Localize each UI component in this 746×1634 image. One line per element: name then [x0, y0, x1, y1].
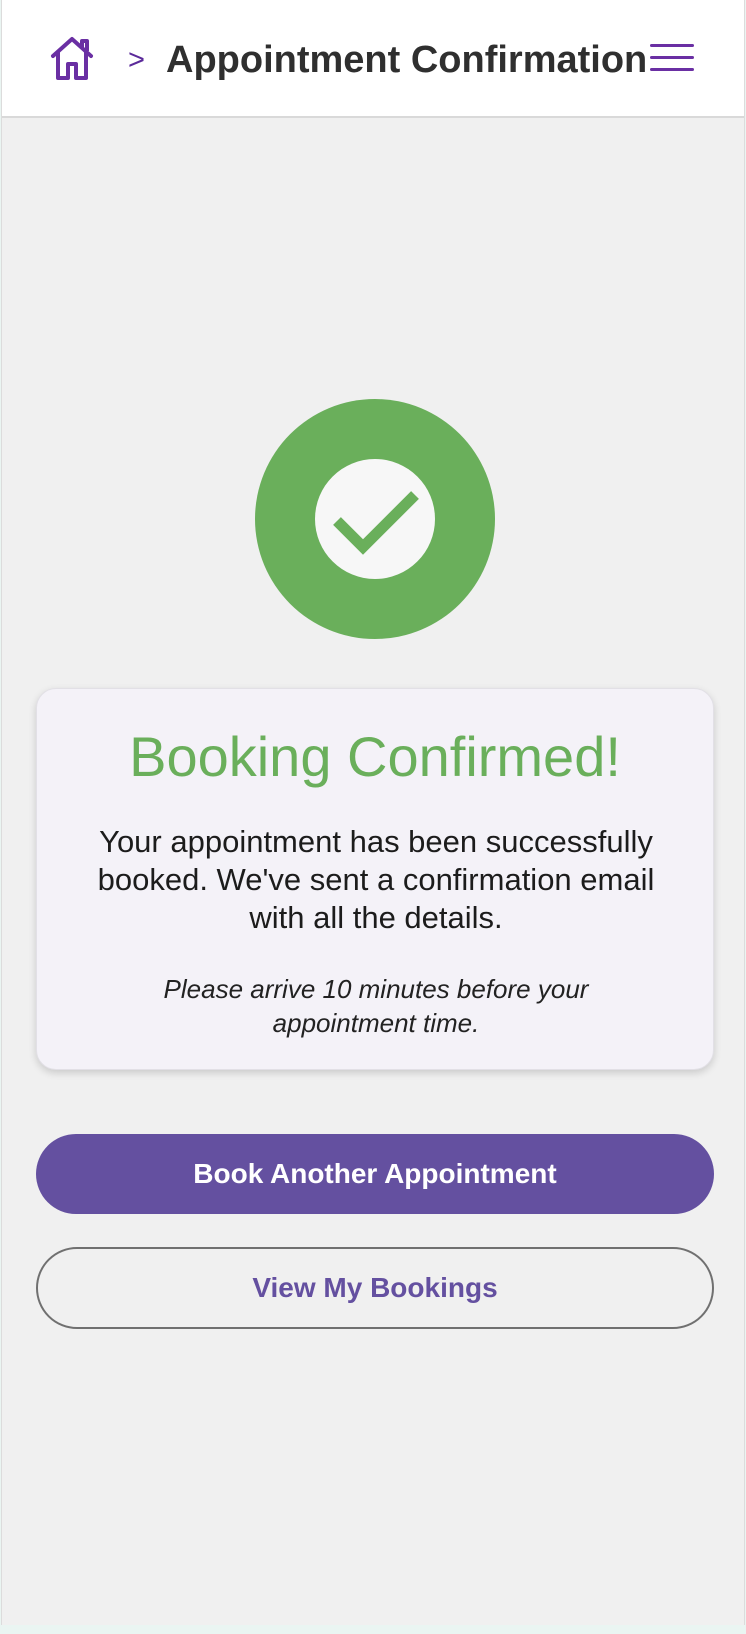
breadcrumb-separator: >	[128, 44, 145, 76]
success-badge	[255, 399, 495, 639]
confirmation-message: Your appointment has been successfully b…	[97, 824, 655, 935]
book-another-appointment-button[interactable]: Book Another Appointment	[36, 1134, 714, 1214]
checkmark-icon	[315, 459, 435, 579]
confirmation-title: Booking Confirmed!	[129, 725, 621, 788]
view-my-bookings-button[interactable]: View My Bookings	[36, 1247, 714, 1329]
top-bar: > Appointment Confirmation	[2, 0, 744, 118]
arrival-note: Please arrive 10 minutes before your app…	[163, 974, 589, 1038]
hamburger-menu-icon[interactable]	[650, 44, 694, 74]
home-icon[interactable]	[48, 34, 96, 82]
confirmation-page: > Appointment Confirmation Booking Confi…	[1, 0, 745, 1625]
confirmation-card: Booking Confirmed! Your appointment has …	[36, 688, 714, 1070]
page-title: Appointment Confirmation	[166, 39, 648, 81]
